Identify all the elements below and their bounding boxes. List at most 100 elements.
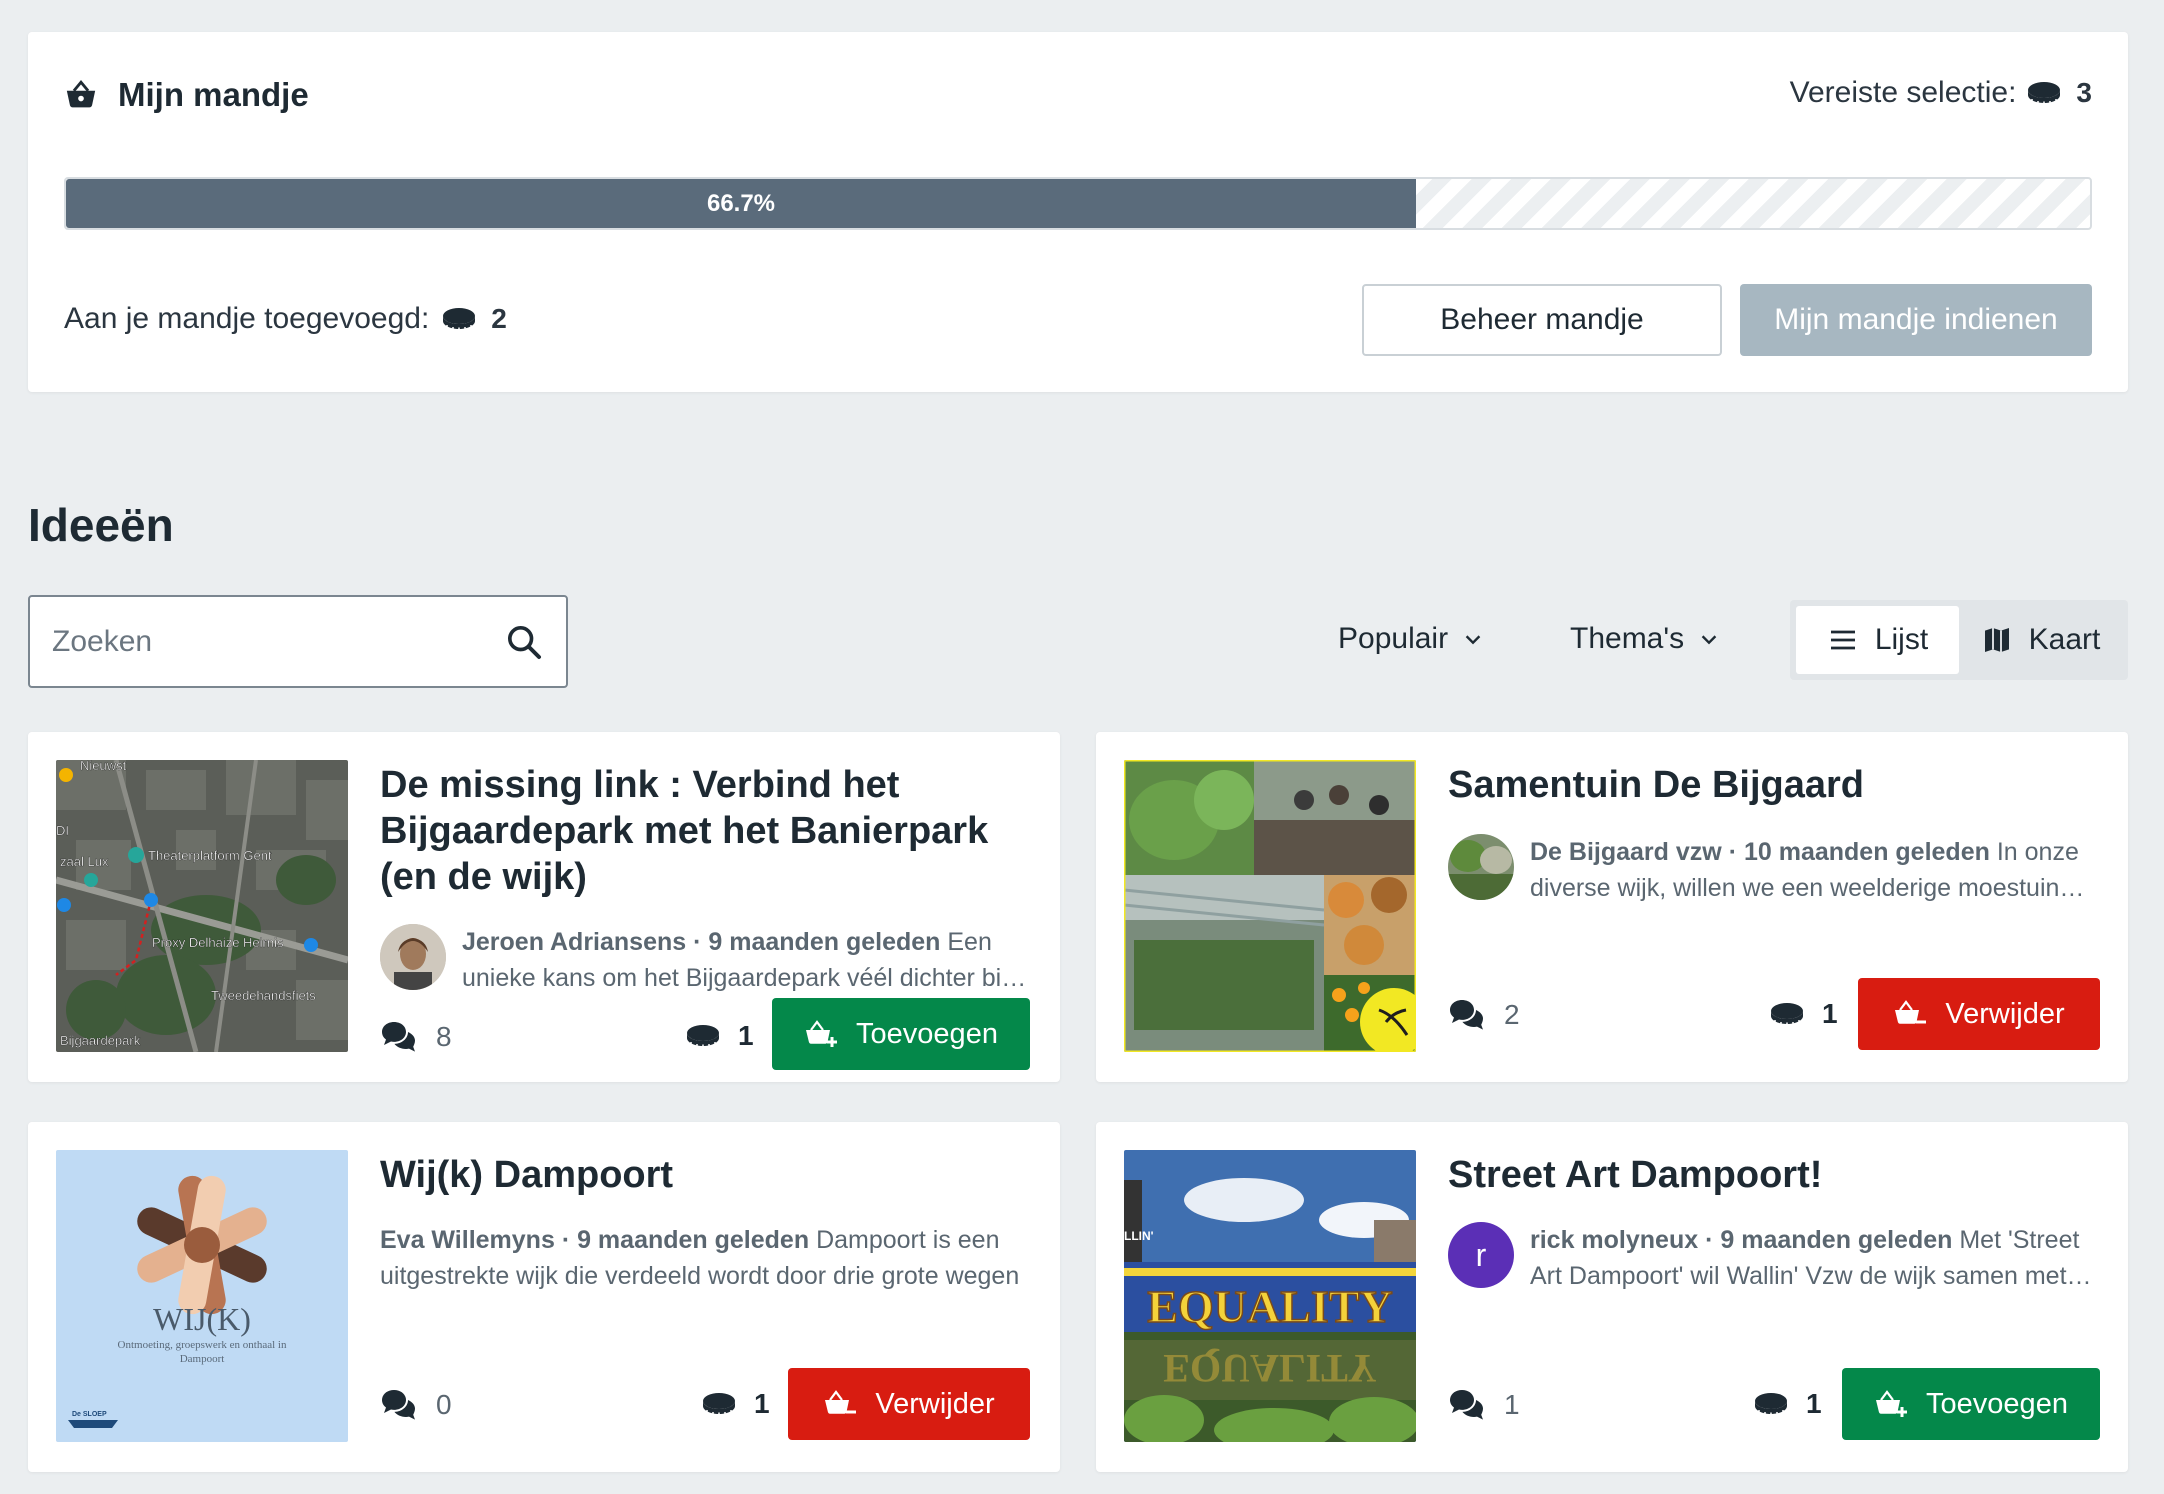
idea-title[interactable]: Wij(k) Dampoort (380, 1152, 1030, 1198)
vote-count-value: 1 (1822, 998, 1838, 1029)
thumb-tag: LLIN' (1124, 1229, 1154, 1243)
map-label: DI (56, 823, 69, 838)
chevron-down-icon (1465, 635, 1481, 645)
search-icon[interactable] (504, 622, 544, 662)
comment-count-value: 8 (436, 1021, 452, 1052)
required-count: 3 (2076, 77, 2092, 108)
basket-icon (66, 80, 96, 108)
idea-meta: De Bijgaard vzw · 10 maanden geleden In … (1448, 834, 2098, 906)
map-label: Tweedehandsfiets (211, 988, 316, 1003)
idea-meta: r rick molyneux · 9 maanden geleden Met … (1448, 1222, 2098, 1294)
map-label: Proxy Delhaize Heirnis (152, 935, 284, 950)
comment-count[interactable]: 2 (1448, 998, 1520, 1032)
list-icon (1830, 630, 1855, 650)
avatar (380, 924, 446, 990)
author-name[interactable]: De Bijgaard vzw (1530, 838, 1722, 866)
idea-excerpt: Jeroen Adriansens · 9 maanden geleden Ee… (462, 924, 1030, 996)
view-list-label: Lijst (1874, 623, 1929, 656)
added-count: 2 (491, 303, 507, 334)
added-label: Aan je mandje toegevoegd: (64, 302, 430, 335)
remove-from-basket-button[interactable]: Verwijder (1858, 978, 2100, 1050)
idea-card[interactable]: LLIN' EQUALITY EQUALITY Street Art Dampo… (1096, 1122, 2128, 1472)
view-list-button[interactable]: Lijst (1796, 606, 1959, 674)
idea-thumbnail[interactable]: Nieuwst Theaterplatform Gent zaal Lux Pr… (56, 760, 348, 1052)
vote-count-value: 1 (754, 1388, 770, 1419)
author-name[interactable]: Jeroen Adriansens (462, 928, 686, 956)
themes-label: Thema's (1570, 622, 1685, 655)
comment-count[interactable]: 8 (380, 1020, 452, 1054)
thumb-reflection: EQUALITY (1163, 1346, 1376, 1391)
view-map-button[interactable]: Kaart (1959, 606, 2122, 674)
idea-title[interactable]: Street Art Dampoort! (1448, 1152, 2098, 1198)
idea-meta: Jeroen Adriansens · 9 maanden geleden Ee… (380, 924, 1030, 996)
progress-fill: 66.7% (66, 179, 1416, 228)
comment-count[interactable]: 0 (380, 1388, 452, 1422)
basket-remove-icon (1895, 1000, 1927, 1024)
submit-basket-button[interactable]: Mijn mandje indienen (1740, 284, 2092, 356)
remove-button-label: Verwijder (1945, 997, 2065, 1030)
token-icon (1755, 1393, 1787, 1415)
idea-card[interactable]: Nieuwst Theaterplatform Gent zaal Lux Pr… (28, 732, 1060, 1082)
ideas-heading: Ideeën (28, 499, 174, 551)
basket-title: Mijn mandje (118, 76, 309, 113)
post-time: · 9 maanden geleden (561, 1226, 810, 1254)
basket-header: Mijn mandje (64, 76, 309, 114)
chevron-down-icon (1701, 635, 1717, 645)
add-to-basket-button[interactable]: Toevoegen (1842, 1368, 2100, 1440)
author-name[interactable]: Eva Willemyns (380, 1226, 555, 1254)
post-time: · 10 maanden geleden (1728, 838, 1990, 866)
basket-panel: Mijn mandje Vereiste selectie: 3 66.7% A… (28, 32, 2128, 392)
required-label: Vereiste selectie: (1789, 76, 2017, 109)
token-icon (1771, 1003, 1803, 1025)
token-icon (443, 308, 476, 330)
vote-count: 1 (684, 1020, 754, 1052)
add-button-label: Toevoegen (1926, 1387, 2068, 1420)
idea-excerpt: De Bijgaard vzw · 10 maanden geleden In … (1530, 834, 2098, 906)
idea-card[interactable]: Samentuin De Bijgaard De Bijgaard vzw · … (1096, 732, 2128, 1082)
view-toggle: Lijst Kaart (1790, 600, 2128, 680)
thumb-title: WIJ(K) (153, 1301, 251, 1337)
themes-dropdown[interactable]: Thema's (1570, 622, 1720, 656)
view-map-label: Kaart (2028, 623, 2101, 656)
map-label: Bijgaardepark (60, 1033, 141, 1048)
author-name[interactable]: rick molyneux (1530, 1226, 1698, 1254)
author-photo (380, 924, 446, 990)
sort-dropdown[interactable]: Populair (1338, 622, 1484, 656)
idea-thumbnail[interactable]: WIJ(K) Ontmoeting, groepswerk en onthaal… (56, 1150, 348, 1442)
comment-count-value: 1 (1504, 1389, 1520, 1420)
add-to-basket-button[interactable]: Toevoegen (772, 998, 1030, 1070)
aerial-map-image: Nieuwst Theaterplatform Gent zaal Lux Pr… (56, 760, 348, 1052)
vote-count-value: 1 (1806, 1388, 1822, 1419)
sort-label: Populair (1338, 622, 1449, 655)
search-input[interactable] (52, 624, 504, 659)
avatar-initial: r (1475, 1236, 1487, 1273)
remove-from-basket-button[interactable]: Verwijder (788, 1368, 1030, 1440)
progress-label: 66.7% (706, 189, 776, 217)
manage-basket-button[interactable]: Beheer mandje (1362, 284, 1722, 356)
idea-title[interactable]: De missing link : Verbind het Bijgaardep… (380, 762, 1030, 900)
vote-count: 1 (1768, 998, 1838, 1030)
token-icon (687, 1025, 719, 1047)
idea-title[interactable]: Samentuin De Bijgaard (1448, 762, 2098, 808)
search-box[interactable] (28, 595, 568, 688)
thumb-subtitle: Ontmoeting, groepswerk en onthaal in Dam… (117, 1339, 287, 1365)
post-time: · 9 maanden geleden (693, 928, 941, 956)
map-label: Theaterplatform Gent (148, 848, 272, 863)
idea-thumbnail[interactable] (1124, 760, 1416, 1052)
map-label: Nieuwst (80, 760, 127, 773)
remove-button-label: Verwijder (875, 1387, 995, 1420)
map-icon (1984, 628, 2009, 652)
idea-thumbnail[interactable]: LLIN' EQUALITY EQUALITY (1124, 1150, 1416, 1442)
token-icon (2028, 82, 2061, 104)
wijk-logo-image: WIJ(K) Ontmoeting, groepswerk en onthaal… (56, 1150, 348, 1442)
comment-count[interactable]: 1 (1448, 1388, 1520, 1422)
vote-count: 1 (1752, 1388, 1822, 1420)
street-art-image: LLIN' EQUALITY EQUALITY (1124, 1150, 1416, 1442)
thumb-logo: De SLOEP (72, 1411, 107, 1418)
idea-card[interactable]: WIJ(K) Ontmoeting, groepswerk en onthaal… (28, 1122, 1060, 1472)
idea-excerpt: Eva Willemyns · 9 maanden geleden Dampoo… (380, 1222, 1030, 1294)
added-to-basket: Aan je mandje toegevoegd: 2 (64, 302, 507, 336)
map-label: zaal Lux (60, 854, 109, 869)
idea-meta: Eva Willemyns · 9 maanden geleden Dampoo… (380, 1222, 1030, 1294)
comment-count-value: 0 (436, 1389, 452, 1420)
